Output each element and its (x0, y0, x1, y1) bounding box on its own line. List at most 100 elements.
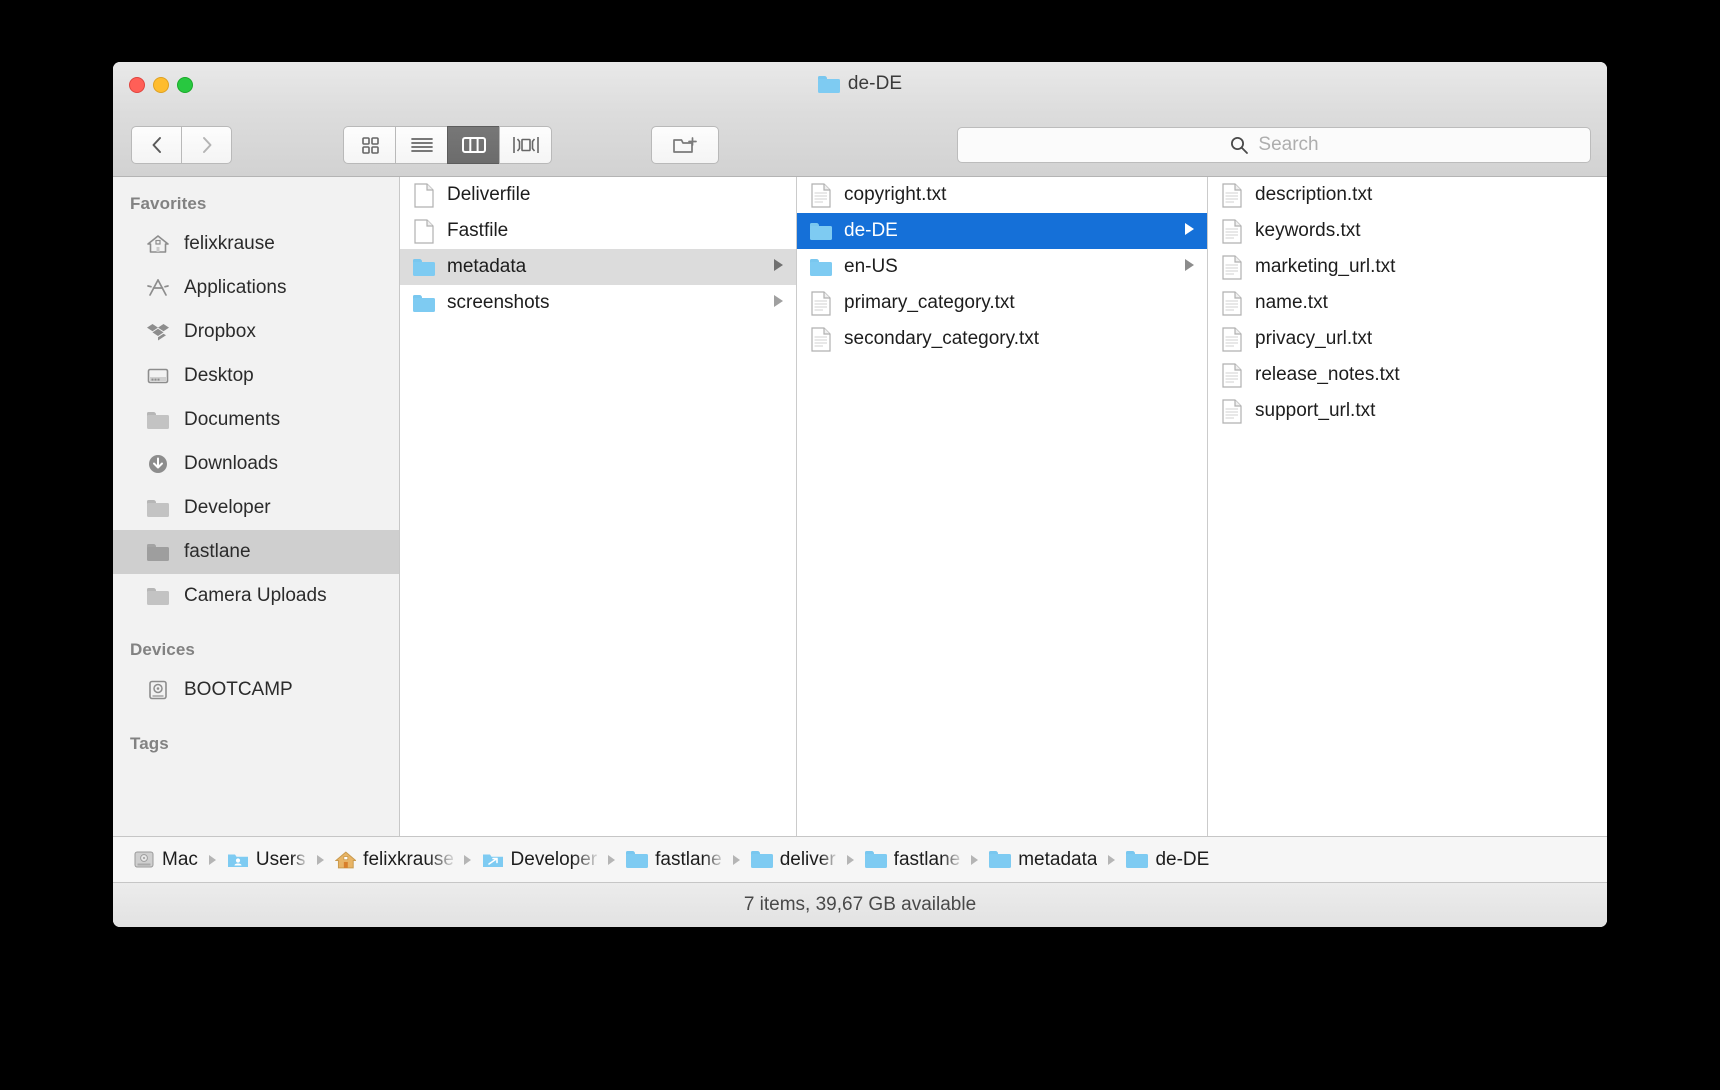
document-icon (412, 218, 436, 244)
list-item-label: screenshots (447, 292, 550, 313)
folder-icon (145, 541, 171, 563)
disclosure-triangle-icon[interactable] (1184, 220, 1195, 242)
list-item-label: marketing_url.txt (1255, 256, 1396, 277)
path-segment-label: Developer (510, 848, 598, 870)
desktop-icon (145, 365, 171, 387)
home-icon (334, 850, 357, 868)
maximize-button[interactable] (177, 77, 193, 93)
disclosure-triangle-icon[interactable] (773, 256, 784, 278)
list-item[interactable]: copyright.txt (797, 177, 1207, 213)
sidebar-section-devices-header: Devices (130, 640, 195, 659)
path-bar: Mac Users felixkrause Developer fastlane… (113, 836, 1607, 882)
path-segment-developer[interactable]: Developer (482, 848, 598, 871)
coverflow-view-button[interactable] (499, 126, 552, 164)
minimize-button[interactable] (153, 77, 169, 93)
list-item[interactable]: primary_category.txt (797, 285, 1207, 321)
list-item[interactable]: marketing_url.txt (1208, 249, 1607, 285)
download-icon (145, 453, 171, 475)
path-segment-fastlane-2[interactable]: fastlane (864, 849, 960, 871)
sidebar-item-applications[interactable]: Applications (113, 266, 399, 310)
list-item[interactable]: release_notes.txt (1208, 357, 1607, 393)
column-view-button[interactable] (447, 126, 499, 164)
icon-view-button[interactable] (343, 126, 395, 164)
chevron-right-small-icon (607, 854, 616, 866)
list-item[interactable]: screenshots (400, 285, 796, 321)
grid-icon (361, 137, 379, 154)
chevron-right-small-icon (846, 854, 855, 866)
list-item[interactable]: keywords.txt (1208, 213, 1607, 249)
list-item-label: Fastfile (447, 220, 509, 241)
sidebar-item-developer[interactable]: Developer (113, 486, 399, 530)
sidebar-item-downloads[interactable]: Downloads (113, 442, 399, 486)
list-item[interactable]: metadata (400, 249, 796, 285)
window-title-text: de-DE (847, 73, 903, 94)
status-bar: 7 items, 39,67 GB available (113, 882, 1607, 927)
sidebar-item-documents[interactable]: Documents (113, 398, 399, 442)
column-2: copyright.txt de-DE en-US primary_catego… (797, 177, 1208, 836)
search-field[interactable]: Search (957, 127, 1591, 163)
path-segment-label: de-DE (1155, 848, 1210, 870)
list-item[interactable]: secondary_category.txt (797, 321, 1207, 357)
chevron-right-small-icon (732, 854, 741, 866)
list-item-label: name.txt (1255, 292, 1328, 313)
chevron-right-small-icon (208, 854, 217, 866)
path-segment-deliver[interactable]: deliver (750, 848, 836, 871)
list-item-label: privacy_url.txt (1255, 328, 1373, 349)
document-icon (1220, 326, 1244, 352)
list-item-label: release_notes.txt (1255, 364, 1400, 385)
chevron-right-small-icon (316, 854, 325, 866)
list-item[interactable]: de-DE (797, 213, 1207, 249)
list-item[interactable]: support_url.txt (1208, 393, 1607, 429)
close-button[interactable] (129, 77, 145, 93)
sidebar-item-camera-uploads[interactable]: Camera Uploads (113, 574, 399, 618)
chevron-left-icon (152, 137, 161, 153)
window-toolbar: Search (113, 114, 1607, 177)
path-segment-metadata[interactable]: metadata (989, 849, 1097, 871)
folder-icon (989, 851, 1012, 868)
new-folder-button[interactable] (651, 126, 719, 164)
path-segment-felixkrause[interactable]: felixkrause (334, 849, 453, 871)
path-segment-mac[interactable]: Mac (133, 849, 198, 871)
list-item[interactable]: en-US (797, 249, 1207, 285)
list-item-label: Deliverfile (447, 184, 531, 205)
path-segment-label: deliver (779, 848, 836, 870)
sidebar-item-felixkrause[interactable]: felixkrause (113, 222, 399, 266)
window-titlebar: de-DE (113, 62, 1607, 114)
columns-icon (461, 137, 486, 153)
navigation-buttons (131, 126, 232, 164)
disclosure-triangle-icon[interactable] (1184, 256, 1195, 278)
sidebar-item-desktop[interactable]: Desktop (113, 354, 399, 398)
folder-icon (412, 254, 436, 280)
list-item[interactable]: name.txt (1208, 285, 1607, 321)
path-segment-de-DE[interactable]: de-DE (1126, 849, 1209, 871)
folder-icon (412, 290, 436, 316)
sidebar-item-label: Dropbox (184, 321, 256, 342)
path-segment-fastlane-1[interactable]: fastlane (626, 849, 722, 871)
path-segment-label: metadata (1018, 848, 1098, 870)
list-item[interactable]: Deliverfile (400, 177, 796, 213)
coverflow-icon (512, 137, 539, 153)
list-item-label: description.txt (1255, 184, 1373, 205)
sidebar-item-label: Applications (184, 277, 287, 298)
document-icon (1220, 398, 1244, 424)
chevron-right-small-icon (1107, 854, 1116, 866)
list-item-label: secondary_category.txt (844, 328, 1040, 349)
developer-folder-icon (482, 854, 503, 867)
sidebar-item-label: felixkrause (184, 233, 275, 254)
list-view-button[interactable] (395, 126, 447, 164)
sidebar-item-fastlane[interactable]: fastlane (113, 530, 399, 574)
sidebar-item-bootcamp[interactable]: BOOTCAMP (113, 668, 399, 712)
path-segment-users[interactable]: Users (227, 849, 306, 871)
sidebar-item-dropbox[interactable]: Dropbox (113, 310, 399, 354)
finder-window: de-DE Search Favorites felixkrause Appli… (113, 62, 1607, 927)
back-button[interactable] (131, 126, 181, 164)
lines-icon (410, 138, 433, 152)
forward-button[interactable] (181, 126, 232, 164)
list-item[interactable]: privacy_url.txt (1208, 321, 1607, 357)
sidebar-item-label: Camera Uploads (184, 585, 327, 606)
list-item[interactable]: description.txt (1208, 177, 1607, 213)
list-item[interactable]: Fastfile (400, 213, 796, 249)
disclosure-triangle-icon[interactable] (773, 292, 784, 314)
sidebar-section-favorites-header: Favorites (130, 194, 207, 213)
new-folder-icon (673, 137, 697, 153)
